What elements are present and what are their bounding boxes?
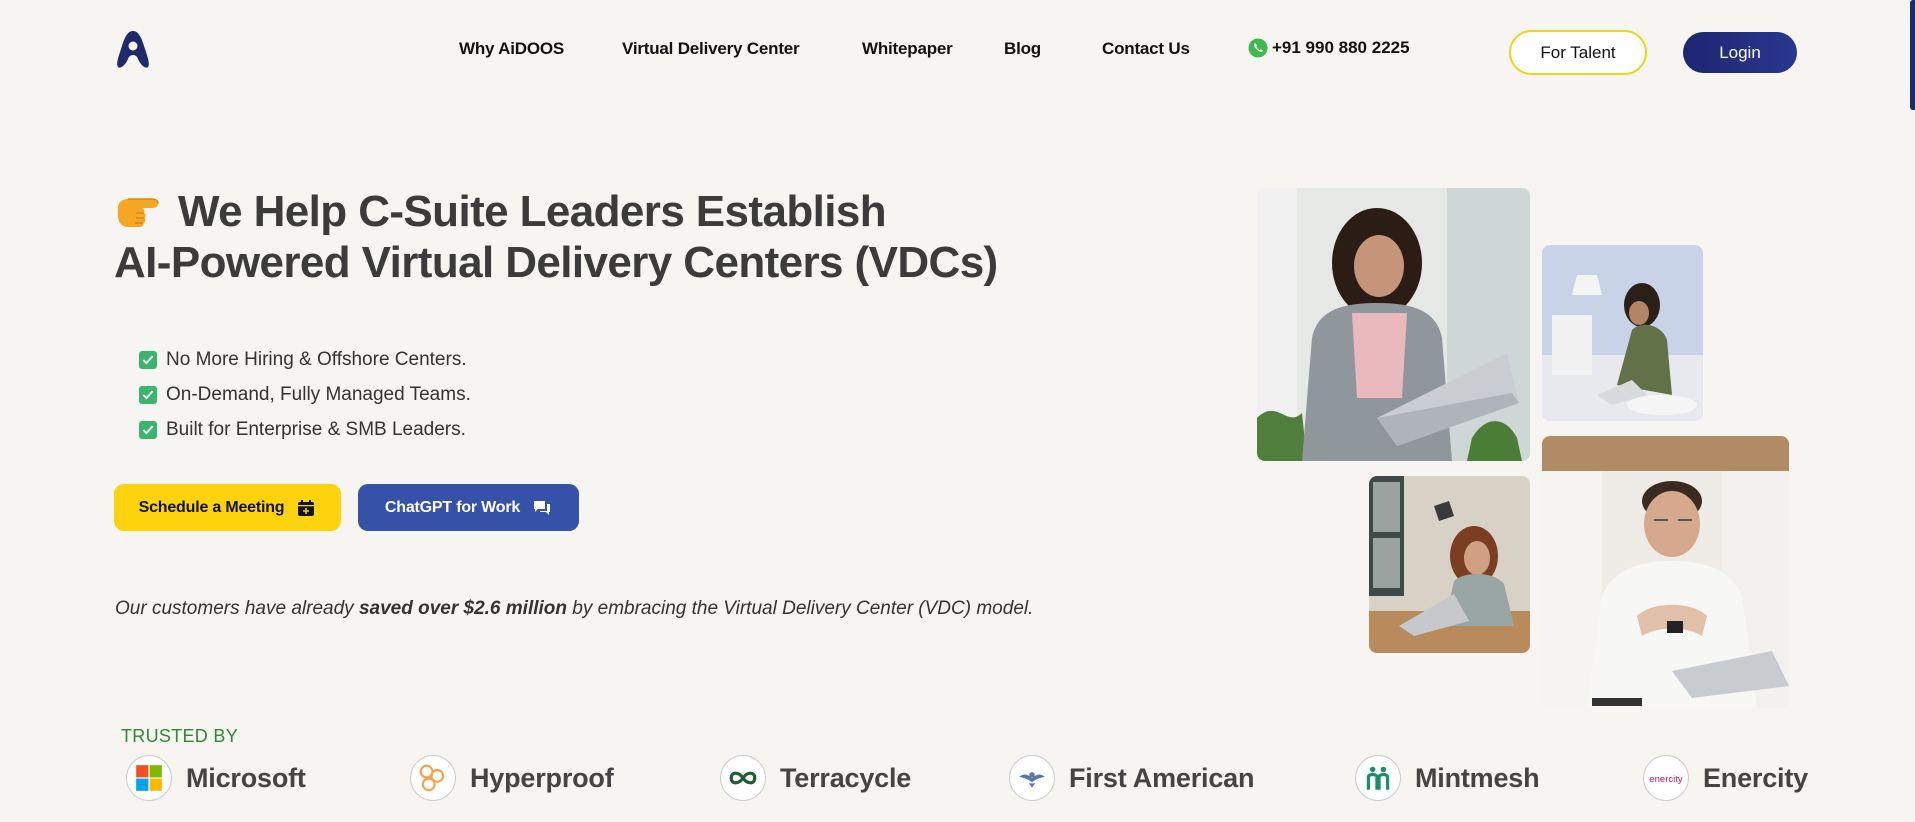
nav-blog[interactable]: Blog — [1004, 39, 1041, 59]
brand-name: Mintmesh — [1415, 762, 1540, 793]
enercity-logo-text: enercity — [1649, 774, 1683, 785]
brand-name: Microsoft — [186, 762, 306, 793]
calendar-plus-icon — [296, 498, 316, 518]
trusted-by-title: TRUSTED BY — [121, 726, 239, 746]
brand-name: First American — [1069, 762, 1255, 793]
for-talent-button[interactable]: For Talent — [1509, 30, 1647, 75]
brand-enercity: enercity Enercity — [1643, 755, 1808, 801]
brand-mintmesh: Mintmesh — [1355, 755, 1540, 801]
headline-line2: AI-Powered Virtual Delivery Centers (VDC… — [114, 238, 998, 287]
aidoos-logo-icon[interactable] — [114, 29, 152, 69]
list-item: No More Hiring & Offshore Centers. — [139, 342, 471, 377]
chat-bubbles-icon — [532, 498, 552, 518]
terracycle-logo-icon — [720, 755, 766, 801]
first-american-logo-icon — [1009, 755, 1055, 801]
mintmesh-logo-icon — [1355, 755, 1401, 801]
savings-prefix: Our customers have already — [115, 598, 354, 619]
woman-with-laptop-photo — [1257, 188, 1530, 461]
brand-name: Enercity — [1703, 762, 1808, 793]
hyperproof-logo-icon — [410, 755, 456, 801]
list-item: Built for Enterprise & SMB Leaders. — [139, 412, 471, 447]
enercity-logo-icon: enercity — [1643, 755, 1689, 801]
check-icon — [139, 385, 157, 404]
woman-working-on-floor-photo — [1542, 245, 1703, 421]
smiling-man-at-laptop-photo — [1542, 436, 1789, 708]
headline-line1: We Help C-Suite Leaders Establish — [178, 187, 887, 236]
schedule-meeting-label: Schedule a Meeting — [138, 498, 285, 516]
brand-name: Hyperproof — [470, 762, 614, 793]
brand-terracycle: Terracycle — [720, 755, 911, 801]
benefit-text: On-Demand, Fully Managed Teams. — [166, 383, 471, 405]
benefit-text: Built for Enterprise & SMB Leaders. — [166, 418, 466, 440]
phone-number: +91 990 880 2225 — [1272, 38, 1410, 57]
benefit-text: No More Hiring & Offshore Centers. — [166, 348, 467, 370]
savings-statement: Our customers have already saved over $2… — [115, 598, 1033, 620]
woman-at-desk-photo — [1369, 476, 1530, 653]
savings-amount: saved over $2.6 million — [358, 598, 567, 619]
brand-first-american: First American — [1009, 755, 1254, 801]
check-icon — [139, 420, 157, 439]
nav-contact-us[interactable]: Contact Us — [1102, 39, 1190, 59]
microsoft-logo-icon — [126, 755, 172, 801]
chatgpt-for-work-button[interactable]: ChatGPT for Work — [358, 484, 579, 531]
whatsapp-icon — [1248, 38, 1268, 58]
nav-whitepaper[interactable]: Whitepaper — [862, 39, 953, 59]
pointing-hand-icon — [114, 188, 164, 232]
check-icon — [139, 350, 157, 369]
brand-hyperproof: Hyperproof — [410, 755, 614, 801]
list-item: On-Demand, Fully Managed Teams. — [139, 377, 471, 412]
hero-headline: We Help C-Suite Leaders Establish AI-Pow… — [114, 186, 1014, 288]
scrollbar-thumb[interactable] — [1910, 0, 1915, 110]
brand-name: Terracycle — [780, 762, 912, 793]
nav-virtual-delivery-center[interactable]: Virtual Delivery Center — [622, 39, 800, 59]
savings-suffix: by embracing the Virtual Delivery Center… — [572, 598, 1034, 619]
login-button[interactable]: Login — [1683, 32, 1797, 73]
brand-microsoft: Microsoft — [126, 755, 306, 801]
chatgpt-for-work-label: ChatGPT for Work — [384, 498, 521, 516]
phone-link[interactable]: +91 990 880 2225 — [1248, 38, 1410, 58]
benefit-list: No More Hiring & Offshore Centers. On-De… — [139, 342, 471, 447]
nav-why-aidoos[interactable]: Why AiDOOS — [459, 39, 564, 59]
schedule-meeting-button[interactable]: Schedule a Meeting — [114, 484, 341, 531]
